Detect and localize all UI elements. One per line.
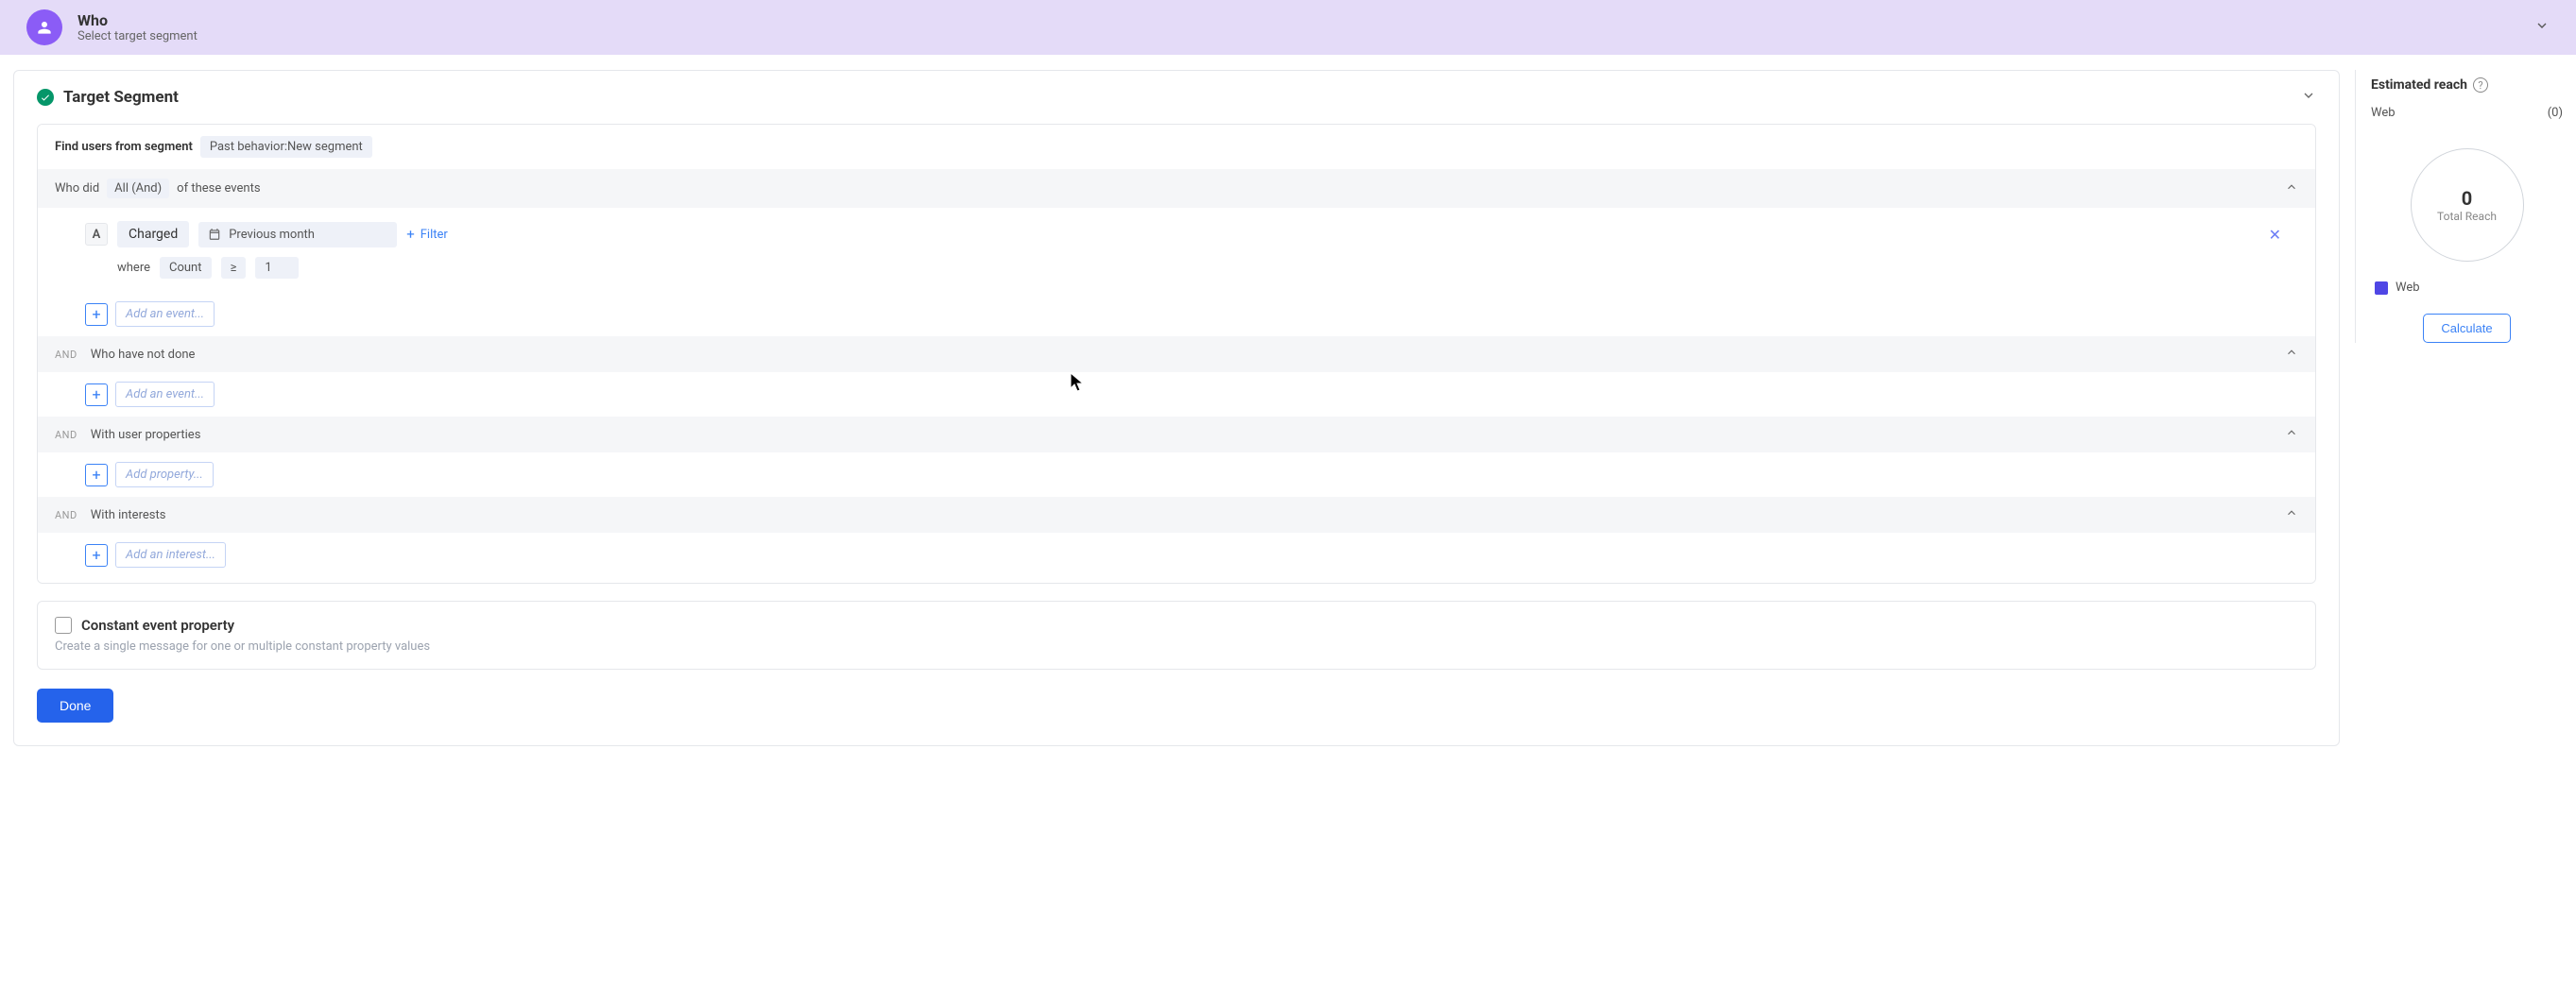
reach-total-label: Total Reach [2437, 210, 2497, 223]
chevron-down-icon[interactable] [2301, 88, 2316, 107]
legend-label-web: Web [2396, 281, 2420, 295]
constant-property-checkbox[interactable] [55, 617, 72, 634]
estimated-reach-panel: Estimated reach ? Web (0) 0 Total Reach … [2355, 70, 2563, 343]
reach-web-count: (0) [2548, 106, 2563, 120]
chevron-down-icon[interactable] [2534, 18, 2550, 37]
done-button[interactable]: Done [37, 689, 113, 723]
add-interest-plus-button[interactable]: + [85, 544, 108, 567]
date-range-chip[interactable]: Previous month [198, 222, 397, 247]
reach-web-label: Web [2371, 106, 2396, 120]
people-icon [26, 9, 62, 45]
remove-event-icon[interactable]: ✕ [2269, 226, 2281, 244]
date-range-label: Previous month [229, 228, 315, 242]
chevron-up-icon[interactable] [2285, 180, 2298, 197]
interests-strip: AND With interests [38, 497, 2315, 533]
count-value-input[interactable]: 1 [255, 257, 299, 279]
and-badge: AND [55, 429, 77, 441]
reach-legend: Web [2371, 281, 2563, 295]
filter-label: Filter [421, 228, 448, 242]
help-icon[interactable]: ? [2473, 77, 2488, 93]
add-property-row: + Add property... [38, 452, 2315, 497]
add-filter-link[interactable]: + Filter [406, 228, 448, 242]
event-name-chip[interactable]: Charged [117, 221, 189, 247]
add-interest-row: + Add an interest... [38, 533, 2315, 583]
interests-label: With interests [91, 508, 166, 522]
user-props-strip: AND With user properties [38, 417, 2315, 452]
add-event-placeholder[interactable]: Add an event... [115, 301, 215, 327]
not-done-label: Who have not done [91, 348, 196, 362]
add-property-plus-button[interactable]: + [85, 464, 108, 486]
event-block-a: A Charged Previous month + Filter ✕ [38, 208, 2315, 292]
who-subtitle: Select target segment [77, 29, 197, 43]
constant-property-subtitle: Create a single message for one or multi… [55, 639, 2298, 654]
and-badge: AND [55, 509, 77, 521]
user-props-label: With user properties [91, 428, 201, 442]
who-did-label: Who did [55, 181, 99, 196]
add-property-placeholder[interactable]: Add property... [115, 462, 214, 487]
operator-chip[interactable]: ≥ [221, 257, 247, 279]
who-banner: Who Select target segment [0, 0, 2576, 55]
segment-builder: Find users from segment Past behavior:Ne… [37, 124, 2316, 584]
not-done-strip: AND Who have not done [38, 336, 2315, 372]
who-title: Who [77, 11, 197, 29]
add-event-placeholder[interactable]: Add an event... [115, 382, 215, 407]
plus-icon: + [406, 228, 415, 242]
event-letter-badge: A [85, 223, 108, 246]
reach-title: Estimated reach [2371, 77, 2467, 93]
chevron-up-icon[interactable] [2285, 506, 2298, 523]
calculate-button[interactable]: Calculate [2423, 314, 2510, 343]
where-label: where [117, 261, 150, 275]
and-badge: AND [55, 349, 77, 361]
check-circle-icon [37, 89, 54, 106]
legend-swatch-web [2375, 281, 2388, 295]
find-users-row: Find users from segment Past behavior:Ne… [38, 125, 2315, 169]
who-did-strip: Who did All (And) of these events [38, 169, 2315, 208]
who-banner-left: Who Select target segment [26, 9, 197, 45]
add-event-plus-button[interactable]: + [85, 303, 108, 326]
segment-chip[interactable]: Past behavior:New segment [200, 136, 372, 158]
chevron-up-icon[interactable] [2285, 426, 2298, 443]
reach-circle: 0 Total Reach [2411, 148, 2524, 262]
who-did-suffix: of these events [177, 181, 260, 196]
logic-condition-chip[interactable]: All (And) [107, 179, 169, 198]
add-interest-placeholder[interactable]: Add an interest... [115, 542, 226, 568]
calendar-icon [208, 228, 221, 241]
add-event-row-not-done: + Add an event... [38, 372, 2315, 417]
add-event-row: + Add an event... [38, 292, 2315, 336]
constant-property-card: Constant event property Create a single … [37, 601, 2316, 670]
add-event-plus-button[interactable]: + [85, 383, 108, 406]
count-metric-chip[interactable]: Count [160, 257, 211, 279]
chevron-up-icon[interactable] [2285, 346, 2298, 363]
reach-total-num: 0 [2462, 187, 2472, 210]
target-title: Target Segment [63, 88, 179, 107]
target-segment-card: Target Segment Find users from segment P… [13, 70, 2340, 746]
constant-property-title: Constant event property [81, 617, 234, 634]
find-users-label: Find users from segment [55, 140, 193, 154]
